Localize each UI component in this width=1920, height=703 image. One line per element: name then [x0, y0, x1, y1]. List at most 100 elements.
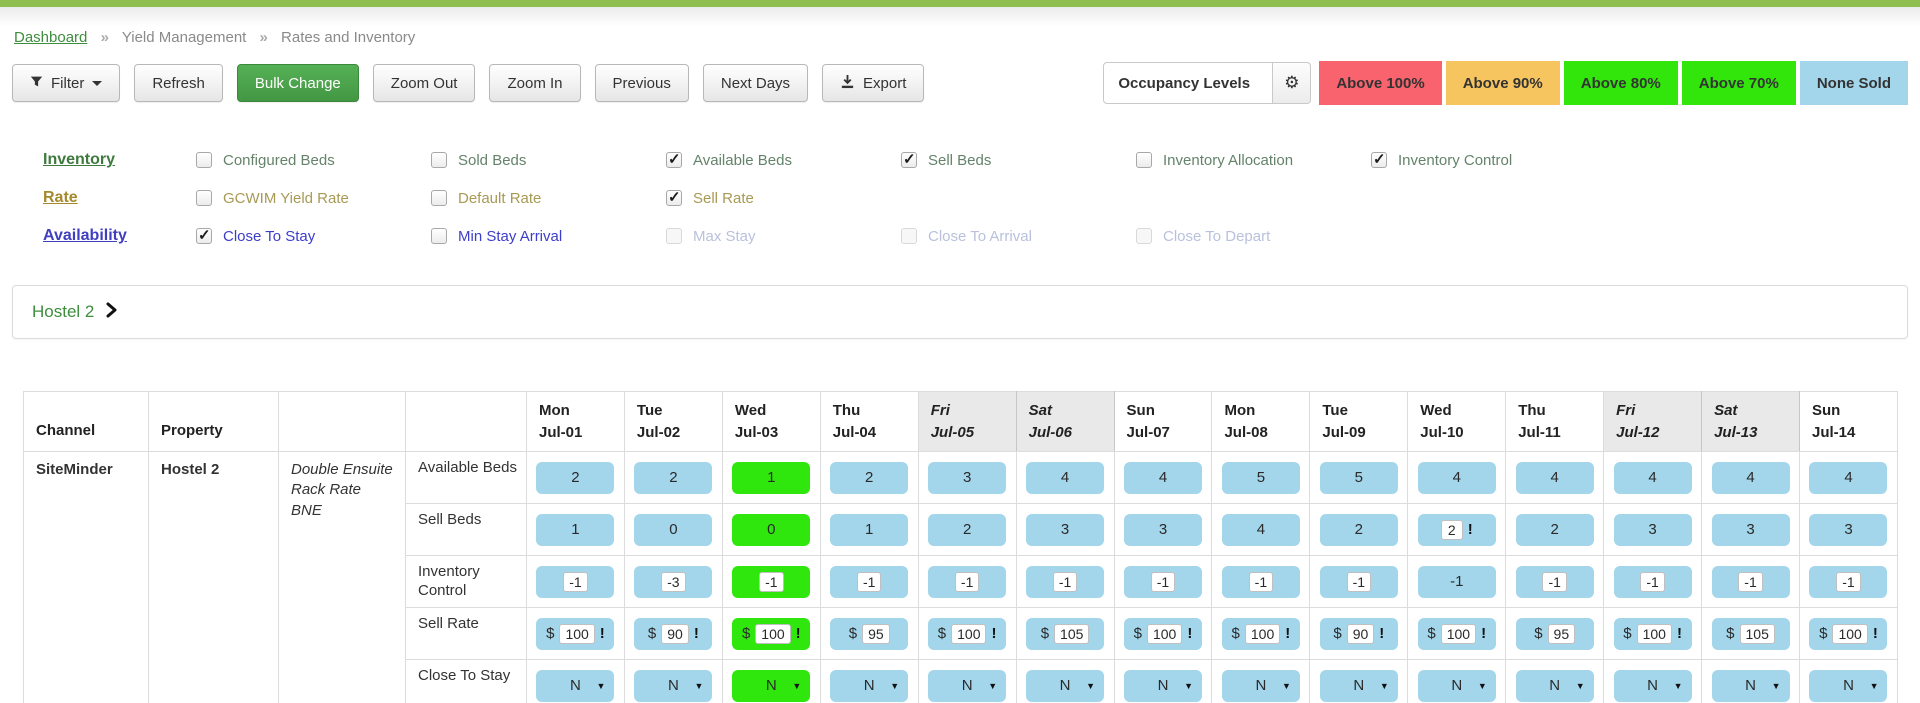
checkbox-inventory-control[interactable] — [1371, 150, 1387, 168]
close-to-stay-select[interactable]: N ▼ — [1515, 669, 1594, 702]
filter-button[interactable]: Filter — [12, 64, 121, 102]
close-to-stay-select[interactable]: N ▼ — [830, 669, 909, 702]
filter-option-default-rate[interactable]: Default Rate — [431, 190, 666, 207]
checkbox-default-rate[interactable] — [431, 190, 447, 206]
checkbox-sold-beds[interactable] — [431, 152, 447, 168]
close-to-stay-select[interactable]: N ▼ — [1809, 669, 1888, 702]
value-input[interactable]: 100 — [1440, 623, 1477, 644]
value-input[interactable]: -3 — [661, 571, 686, 592]
filter-category-availability[interactable]: Availability — [43, 227, 196, 245]
filter-option-close-to-stay[interactable]: Close To Stay — [196, 226, 431, 245]
breadcrumb: Dashboard » Yield Management » Rates and… — [0, 27, 1920, 46]
date-header-jul-12: Fri Jul-12 — [1603, 391, 1703, 452]
value-input[interactable]: -1 — [1836, 571, 1861, 592]
toolbar-buttons: Filter Refresh Bulk Change Zoom Out Zoom… — [12, 64, 925, 102]
available-beds-pill: 4 — [1417, 461, 1496, 494]
value-input[interactable]: -1 — [1346, 571, 1372, 592]
value-input[interactable]: -1 — [1640, 571, 1665, 592]
available-beds-pill: 4 — [1711, 461, 1790, 494]
filter-option-sold-beds[interactable]: Sold Beds — [431, 152, 666, 169]
rates-table-wrap: Channel Property Mon Jul-01 Tue Jul-02 Wed Ju… — [23, 391, 1920, 703]
currency-prefix: $ — [741, 625, 751, 642]
value-input[interactable]: -1 — [1052, 571, 1078, 592]
close-to-stay-select[interactable]: N ▼ — [1123, 669, 1202, 702]
previous-button[interactable]: Previous — [594, 64, 689, 102]
close-to-stay-select[interactable]: N ▼ — [1613, 669, 1692, 702]
property-panel-header[interactable]: Hostel 2 — [12, 285, 1908, 339]
value-input[interactable]: 2 — [1440, 519, 1463, 540]
value-input[interactable]: 100 — [559, 623, 595, 644]
value-input[interactable]: 90 — [661, 623, 689, 644]
value-input[interactable]: 100 — [951, 623, 987, 644]
filter-option-sell-rate[interactable]: Sell Rate — [666, 188, 901, 207]
table-row-available-beds: SiteMinder Hostel 2 Double Ensuite Rack Ra… — [23, 451, 1899, 703]
value-input[interactable]: 95 — [862, 623, 890, 644]
value-input[interactable]: -1 — [563, 571, 588, 592]
cell-value: 3 — [1746, 521, 1755, 538]
value-input[interactable]: 100 — [1832, 623, 1868, 644]
close-to-stay-select[interactable]: N ▼ — [1221, 669, 1300, 702]
value-input[interactable]: -1 — [1542, 571, 1567, 592]
zoom-out-button[interactable]: Zoom Out — [372, 64, 476, 102]
filter-option-available-beds[interactable]: Available Beds — [666, 150, 901, 169]
value-input[interactable]: -1 — [856, 571, 882, 592]
value-input[interactable]: -1 — [954, 571, 980, 592]
value-input[interactable]: 90 — [1346, 623, 1375, 644]
checkbox-inventory-allocation[interactable] — [1136, 152, 1152, 168]
close-to-stay-select[interactable]: N ▼ — [1417, 669, 1496, 702]
cell-value: 4 — [1746, 469, 1755, 486]
filter-option-configured-beds[interactable]: Configured Beds — [196, 152, 431, 169]
next-days-button[interactable]: Next Days — [702, 64, 809, 102]
value-input[interactable]: 105 — [1739, 623, 1775, 644]
checkbox-sell-rate[interactable] — [666, 188, 682, 206]
close-to-stay-select[interactable]: N ▼ — [732, 669, 811, 702]
breadcrumb-dashboard-link[interactable]: Dashboard — [14, 29, 87, 46]
value-input[interactable]: 105 — [1054, 623, 1090, 644]
checkbox-available-beds[interactable] — [666, 150, 682, 168]
warning-icon: ! — [1187, 625, 1193, 642]
filter-option-gcwim-yield-rate[interactable]: GCWIM Yield Rate — [196, 190, 431, 207]
breadcrumb-yield-management: Yield Management — [121, 29, 247, 46]
filter-option-inventory-allocation[interactable]: Inventory Allocation — [1136, 152, 1371, 169]
zoom-in-button[interactable]: Zoom In — [489, 64, 581, 102]
value-input[interactable]: 95 — [1547, 623, 1576, 644]
select-value: N — [1451, 677, 1463, 694]
filter-category-inventory[interactable]: Inventory — [43, 151, 196, 169]
occupancy-settings-button[interactable]: ⚙ — [1273, 62, 1312, 104]
close-to-stay-select[interactable]: N ▼ — [928, 669, 1007, 702]
value-input[interactable]: 100 — [1636, 623, 1672, 644]
checkbox-sell-beds[interactable] — [901, 150, 917, 168]
value-input[interactable]: -1 — [1738, 571, 1763, 592]
filter-category-rate[interactable]: Rate — [43, 189, 196, 207]
bulk-change-button[interactable]: Bulk Change — [236, 64, 359, 102]
value-input[interactable]: 100 — [1146, 623, 1183, 644]
close-to-stay-select[interactable]: N ▼ — [536, 669, 615, 702]
cell-value: 1 — [767, 469, 776, 486]
filter-option-close-to-depart: Close To Depart — [1136, 228, 1371, 245]
close-to-stay-select[interactable]: N ▼ — [1026, 669, 1105, 702]
close-to-stay-select[interactable]: N ▼ — [1319, 669, 1398, 702]
value-input[interactable]: -1 — [1150, 571, 1176, 592]
date-header-jul-08: Mon Jul-08 — [1211, 391, 1311, 452]
available-beds-pill: 5 — [1221, 461, 1300, 494]
value-input[interactable]: 100 — [1244, 623, 1281, 644]
close-to-stay-select[interactable]: N ▼ — [1711, 669, 1790, 702]
value-input[interactable]: -1 — [1248, 571, 1274, 592]
available-beds-pill: 3 — [928, 461, 1007, 494]
filter-option-sell-beds[interactable]: Sell Beds — [901, 150, 1136, 169]
funnel-icon — [30, 75, 43, 92]
filter-option-inventory-control[interactable]: Inventory Control — [1371, 150, 1606, 169]
checkbox-min-stay-arrival[interactable] — [431, 228, 447, 244]
refresh-button[interactable]: Refresh — [134, 64, 223, 102]
value-input[interactable]: 100 — [755, 623, 791, 644]
filter-option-min-stay-arrival[interactable]: Min Stay Arrival — [431, 228, 666, 245]
checkbox-close-to-stay[interactable] — [196, 226, 212, 244]
checkbox-gcwim-yield-rate[interactable] — [196, 190, 212, 206]
close-to-stay-select[interactable]: N ▼ — [634, 669, 713, 702]
currency-prefix: $ — [1623, 625, 1632, 642]
value-input[interactable]: -1 — [759, 571, 784, 592]
date-header-jul-02: Tue Jul-02 — [623, 391, 723, 452]
currency-prefix: $ — [1726, 625, 1735, 642]
checkbox-configured-beds[interactable] — [196, 152, 212, 168]
export-button[interactable]: Export — [822, 64, 925, 102]
